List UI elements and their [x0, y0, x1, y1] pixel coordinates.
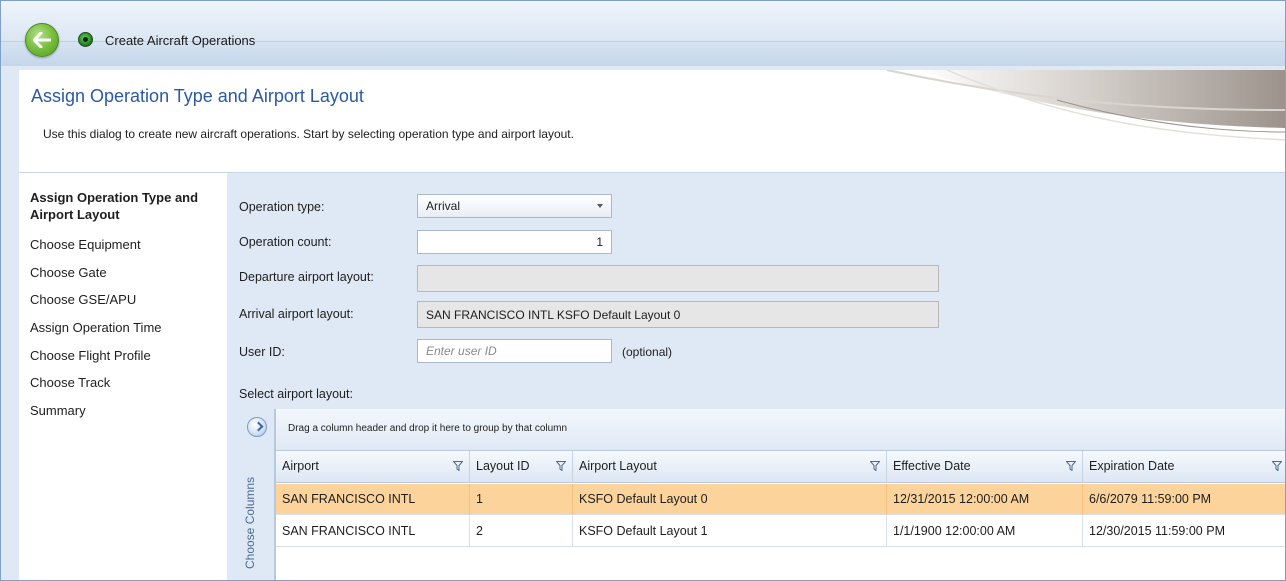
- cell-expiration-date: 6/6/2079 11:59:00 PM: [1089, 492, 1212, 506]
- select-layout-label: Select airport layout:: [239, 387, 353, 401]
- cell-expiration-date: 12/30/2015 11:59:00 PM: [1089, 524, 1225, 538]
- cell-effective-date: 12/31/2015 12:00:00 AM: [887, 484, 1083, 515]
- column-header-airport-layout[interactable]: Airport Layout: [573, 451, 887, 483]
- nav-step-choose-gate[interactable]: Choose Gate: [30, 265, 107, 280]
- back-button[interactable]: [25, 23, 59, 57]
- filter-icon[interactable]: [870, 461, 880, 471]
- user-id-label: User ID:: [239, 345, 285, 359]
- operation-count-label: Operation count:: [239, 235, 332, 249]
- form-panel: Operation type: Arrival Operation count:…: [227, 173, 1285, 580]
- cell-airport-layout: KSFO Default Layout 0: [573, 484, 887, 515]
- airport-layout-grid-container: Choose Columns Drag a column header and …: [239, 409, 1285, 580]
- airport-layout-grid: Drag a column header and drop it here to…: [275, 409, 1285, 580]
- nav-step-assign-operation-type[interactable]: Assign Operation Type and Airport Layout: [30, 189, 220, 223]
- nav-step-choose-track[interactable]: Choose Track: [30, 375, 110, 390]
- nav-step-assign-operation-time[interactable]: Assign Operation Time: [30, 320, 162, 335]
- cell-effective-date: 1/1/1900 12:00:00 AM: [887, 516, 1083, 547]
- page-title: Assign Operation Type and Airport Layout: [31, 86, 364, 106]
- app-logo-icon: [78, 32, 93, 47]
- column-header-label: Effective Date: [893, 459, 971, 473]
- operation-type-dropdown[interactable]: Arrival: [417, 194, 612, 218]
- user-id-placeholder: Enter user ID: [426, 344, 497, 358]
- user-id-input[interactable]: Enter user ID: [417, 339, 612, 363]
- grid-header-row: Airport Layout ID Airport Layout Effecti…: [276, 451, 1285, 483]
- departure-layout-field: [417, 265, 939, 292]
- filter-icon[interactable]: [556, 461, 566, 471]
- table-row[interactable]: SAN FRANCISCO INTL 1 KSFO Default Layout…: [276, 484, 1285, 515]
- operation-count-input[interactable]: 1: [417, 230, 612, 254]
- group-by-panel[interactable]: Drag a column header and drop it here to…: [276, 409, 1285, 451]
- column-header-effective-date[interactable]: Effective Date: [887, 451, 1083, 483]
- dialog-window: Create Aircraft Operations Assign Operat…: [0, 0, 1286, 581]
- choose-columns-label[interactable]: Choose Columns: [243, 477, 257, 569]
- column-header-label: Airport: [282, 459, 319, 473]
- arrival-layout-field: SAN FRANCISCO INTL KSFO Default Layout 0: [417, 301, 939, 328]
- departure-layout-label: Departure airport layout:: [239, 270, 374, 284]
- nav-step-summary[interactable]: Summary: [30, 403, 86, 418]
- choose-columns-panel: Choose Columns: [239, 409, 275, 580]
- operation-type-value: Arrival: [426, 199, 461, 213]
- cell-airport-layout: KSFO Default Layout 1: [573, 516, 887, 547]
- table-row[interactable]: SAN FRANCISCO INTL 2 KSFO Default Layout…: [276, 516, 1285, 547]
- filter-icon[interactable]: [453, 461, 463, 471]
- column-header-label: Expiration Date: [1089, 459, 1175, 473]
- cell-layout-id: 2: [470, 516, 573, 547]
- column-header-airport[interactable]: Airport: [276, 451, 470, 483]
- column-header-label: Airport Layout: [579, 459, 657, 473]
- cell-layout-id: 1: [470, 484, 573, 515]
- filter-icon[interactable]: [1272, 461, 1282, 471]
- choose-columns-expand-button[interactable]: [247, 417, 267, 437]
- nav-step-choose-gse-apu[interactable]: Choose GSE/APU: [30, 292, 136, 307]
- nav-step-choose-equipment[interactable]: Choose Equipment: [30, 237, 141, 252]
- nav-step-choose-flight-profile[interactable]: Choose Flight Profile: [30, 348, 151, 363]
- page-description: Use this dialog to create new aircraft o…: [43, 127, 574, 141]
- back-arrow-icon: [33, 32, 51, 48]
- chevron-down-icon: [597, 204, 603, 208]
- group-by-hint: Drag a column header and drop it here to…: [288, 423, 568, 434]
- header-decoration-image: [886, 70, 1285, 141]
- title-bar: Create Aircraft Operations: [1, 1, 1285, 66]
- cell-airport: SAN FRANCISCO INTL: [276, 516, 470, 547]
- column-header-expiration-date[interactable]: Expiration Date: [1083, 451, 1285, 483]
- column-header-layout-id[interactable]: Layout ID: [470, 451, 573, 483]
- header-panel: Assign Operation Type and Airport Layout…: [19, 70, 1285, 173]
- window-title: Create Aircraft Operations: [105, 33, 256, 48]
- column-header-label: Layout ID: [476, 459, 530, 473]
- user-id-optional-note: (optional): [622, 345, 673, 359]
- arrival-layout-label: Arrival airport layout:: [239, 307, 354, 321]
- filter-icon[interactable]: [1066, 461, 1076, 471]
- cell-airport: SAN FRANCISCO INTL: [276, 484, 470, 515]
- operation-type-label: Operation type:: [239, 200, 325, 214]
- wizard-step-list: Assign Operation Type and Airport Layout…: [19, 173, 227, 580]
